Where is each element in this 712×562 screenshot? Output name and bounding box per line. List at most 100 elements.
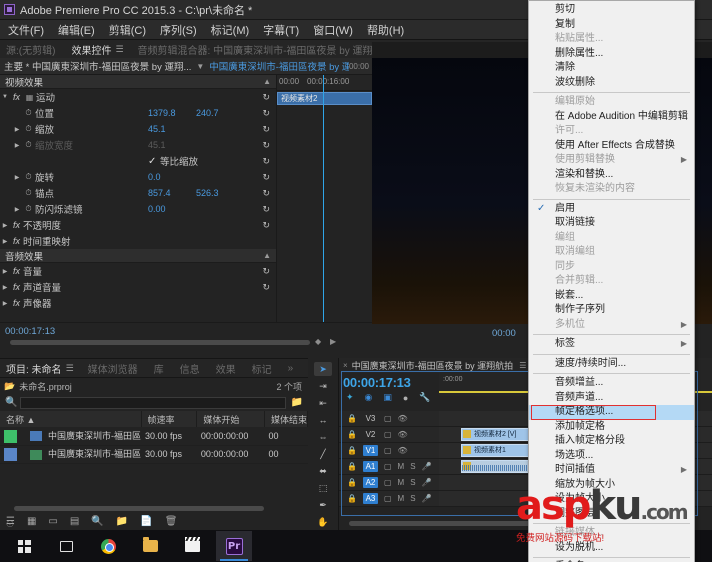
lock-icon[interactable]: 🔒 xyxy=(347,478,357,487)
param-row-panner[interactable]: ▶ fx 声像器 xyxy=(0,295,276,311)
context-menu-item[interactable]: 速度/持续时间... xyxy=(529,357,694,372)
timeline-settings-icon[interactable]: 🔧 xyxy=(419,392,430,403)
freeform-view-icon[interactable]: ▤ xyxy=(70,516,79,527)
track-name[interactable]: A3 xyxy=(362,493,378,504)
zoom-icon[interactable]: ▭ xyxy=(48,516,57,527)
context-menu-item[interactable]: 删除属性... xyxy=(529,47,694,62)
context-menu-item[interactable]: 嵌套... xyxy=(529,289,694,304)
mute-button[interactable]: M xyxy=(398,494,405,503)
table-row[interactable]: 中国廣東深圳市-福田區 30.00 fps 00:00:00:00 00 xyxy=(0,427,308,446)
track-select-forward-tool[interactable]: ⇥ xyxy=(314,379,332,393)
razor-tool[interactable]: ╱ xyxy=(314,447,332,461)
reset-icon[interactable]: ↻ xyxy=(262,188,270,199)
icon-view-icon[interactable]: ▦ xyxy=(27,516,36,527)
track-output-icon[interactable]: ▢ xyxy=(384,446,392,455)
double-chevron-icon[interactable]: » xyxy=(288,363,294,374)
lock-icon[interactable]: 🔒 xyxy=(347,494,357,503)
track-name[interactable]: V1 xyxy=(362,445,378,456)
track-name[interactable]: A1 xyxy=(362,461,378,472)
menu-item-file[interactable]: 文件(F) xyxy=(8,22,44,38)
rate-stretch-tool[interactable]: ⇔ xyxy=(314,430,332,444)
column-header-media-start[interactable]: 媒体开始 xyxy=(196,411,265,427)
transform-icon[interactable]: ▦ xyxy=(23,93,36,102)
zoom-out-icon[interactable]: ◆ xyxy=(315,337,321,346)
selection-tool[interactable]: ➤ xyxy=(314,362,332,376)
param-value[interactable]: 0.0 xyxy=(148,172,161,182)
menu-item-edit[interactable]: 编辑(E) xyxy=(58,22,95,38)
param-row-anchor-point[interactable]: ⏱ 锚点 857.4 526.3 ↻ xyxy=(0,185,276,201)
param-row-volume[interactable]: ▶ fx 音量 ↻ xyxy=(0,263,276,279)
context-menu-item[interactable]: 帧定格选项... xyxy=(529,404,694,420)
search-icon[interactable]: 🔍 xyxy=(5,397,17,408)
new-bin-icon[interactable]: 📁 xyxy=(116,516,128,527)
eye-icon[interactable]: 👁 xyxy=(398,446,408,455)
stopwatch-icon[interactable]: ⏱ xyxy=(22,172,35,182)
context-menu-item[interactable]: ✓ 启用 xyxy=(529,202,694,217)
microphone-icon[interactable]: 🎤 xyxy=(422,462,432,471)
reset-icon[interactable]: ↻ xyxy=(262,92,270,103)
snap-icon[interactable]: ✦ xyxy=(346,392,354,403)
slip-tool[interactable]: ⬌ xyxy=(314,464,332,478)
disclosure-triangle-icon[interactable]: ▼ xyxy=(0,94,10,100)
tab-source[interactable]: 源:(无剪辑) xyxy=(6,42,55,57)
disclosure-triangle-icon[interactable]: ▶ xyxy=(12,126,22,133)
param-value[interactable]: 45.1 xyxy=(148,124,166,134)
checkbox-icon[interactable]: ✓ xyxy=(148,156,156,167)
track-output-icon[interactable]: ▢ xyxy=(384,462,392,471)
stopwatch-icon[interactable]: ⏱ xyxy=(22,188,35,198)
tab-effect-controls[interactable]: 效果控件 xyxy=(71,42,111,57)
tab-effects[interactable]: 效果 xyxy=(216,361,236,376)
mute-button[interactable]: M xyxy=(398,478,405,487)
project-scrollbar[interactable] xyxy=(0,505,300,512)
pen-tool[interactable]: ✒ xyxy=(314,498,332,512)
reset-icon[interactable]: ↻ xyxy=(262,156,270,167)
effect-controls-clip-bar[interactable]: 视频素材2 xyxy=(277,92,372,105)
rolling-edit-tool[interactable]: ↔ xyxy=(314,413,332,427)
tab-libraries[interactable]: 库 xyxy=(154,361,164,376)
column-header-name[interactable]: 名称 ▲ xyxy=(0,411,142,427)
search-input[interactable] xyxy=(20,396,286,409)
reset-icon[interactable]: ↻ xyxy=(262,108,270,119)
param-value-y[interactable]: 240.7 xyxy=(196,108,219,118)
context-menu-item[interactable]: 取消链接 xyxy=(529,216,694,231)
menu-item-help[interactable]: 帮助(H) xyxy=(367,22,404,38)
chevron-down-icon[interactable]: ▼ xyxy=(196,62,204,71)
lock-icon[interactable]: 🔒 xyxy=(347,462,357,471)
context-menu-item[interactable]: 场选项... xyxy=(529,449,694,464)
solo-button[interactable]: S xyxy=(410,494,415,503)
reset-icon[interactable]: ↻ xyxy=(262,282,270,293)
track-output-icon[interactable]: ▢ xyxy=(384,430,392,439)
scrollbar-thumb[interactable] xyxy=(10,340,310,345)
reset-icon[interactable]: ↻ xyxy=(262,172,270,183)
hamburger-icon[interactable]: ☰ xyxy=(66,363,74,374)
stopwatch-icon[interactable]: ⏱ xyxy=(22,108,35,118)
hand-tool[interactable]: ✋ xyxy=(314,515,332,529)
param-value-x[interactable]: 857.4 xyxy=(148,188,171,198)
param-row-scale[interactable]: ▶ ⏱ 缩放 45.1 ↻ xyxy=(0,121,276,137)
context-menu-item[interactable]: 剪切 xyxy=(529,3,694,18)
table-row[interactable]: 中国廣東深圳市-福田區 30.00 fps 00:00:00:00 00 xyxy=(0,445,308,464)
context-menu-item[interactable]: 在 Adobe Audition 中编辑剪辑 xyxy=(529,110,694,125)
menu-item-window[interactable]: 窗口(W) xyxy=(313,22,353,38)
track-name[interactable]: A2 xyxy=(362,477,378,488)
effect-controls-timeline[interactable]: 00:00 00:00:16:00 视频素材2 xyxy=(276,75,372,348)
tab-media-browser[interactable]: 媒体浏览器 xyxy=(88,361,138,376)
param-value[interactable]: 0.00 xyxy=(148,204,166,214)
clip-context-menu[interactable]: 剪切 复制 粘贴属性... 删除属性... 清除 波纹删除 编辑原始在 Adobe Audi… xyxy=(528,0,695,562)
context-menu-item[interactable]: 波纹删除 xyxy=(529,76,694,91)
param-value-x[interactable]: 1379.8 xyxy=(148,108,176,118)
start-button[interactable] xyxy=(6,531,42,561)
playhead-line[interactable] xyxy=(323,75,324,348)
menu-item-clip[interactable]: 剪辑(C) xyxy=(109,22,146,38)
section-video-effects[interactable]: 视频效果 ▲ xyxy=(0,75,276,89)
effect-controls-ruler[interactable]: 00:00 00:00:16:00 xyxy=(277,75,372,91)
disclosure-triangle-icon[interactable]: ▶ xyxy=(0,300,10,307)
track-output-icon[interactable]: ▢ xyxy=(384,478,392,487)
disclosure-triangle-icon[interactable]: ▶ xyxy=(0,268,10,275)
marker-icon[interactable]: ● xyxy=(403,393,408,403)
zoom-in-icon[interactable]: ▶ xyxy=(330,337,336,346)
movies-taskbar-button[interactable] xyxy=(174,531,210,561)
chevron-up-icon[interactable]: ▲ xyxy=(263,251,271,260)
effect-controls-scrollbar[interactable]: ◆ ▶ xyxy=(0,337,336,346)
reset-icon[interactable]: ↻ xyxy=(262,140,270,151)
